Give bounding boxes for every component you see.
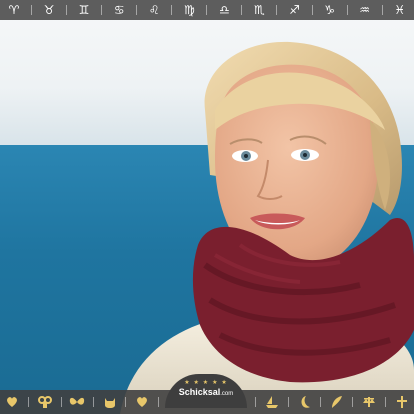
logo-brand-name: Schicksal: [178, 387, 221, 397]
logo-brand-suffix: .com: [220, 391, 234, 397]
hero-photo: [0, 0, 414, 414]
scorpio-icon[interactable]: ♏: [248, 0, 270, 20]
virgo-icon[interactable]: ♍: [178, 0, 200, 20]
divider: [381, 5, 383, 15]
pisces-icon[interactable]: ♓: [389, 0, 411, 20]
feather-icon[interactable]: [328, 393, 346, 411]
divider: [125, 397, 127, 407]
capricorn-icon[interactable]: ♑: [319, 0, 341, 20]
divider: [352, 397, 354, 407]
divider: [241, 5, 243, 15]
divider: [60, 397, 62, 407]
divider: [66, 5, 68, 15]
divider: [136, 5, 138, 15]
boat-icon[interactable]: [263, 393, 281, 411]
aries-icon[interactable]: ♈: [3, 0, 25, 20]
cross-icon[interactable]: [393, 393, 411, 411]
gemini-icon[interactable]: ♊: [73, 0, 95, 20]
cancer-icon[interactable]: ♋: [108, 0, 130, 20]
divider: [384, 397, 386, 407]
logo-stars: ★ ★ ★ ★ ★: [184, 379, 228, 386]
butterfly-icon[interactable]: [68, 393, 86, 411]
aquarius-icon[interactable]: ♒: [354, 0, 376, 20]
divider: [311, 5, 313, 15]
divider: [206, 5, 208, 15]
divider: [255, 397, 257, 407]
divider: [92, 397, 94, 407]
divider: [28, 397, 30, 407]
divider: [101, 5, 103, 15]
scale-icon[interactable]: [360, 393, 378, 411]
divider: [346, 5, 348, 15]
zodiac-top-bar: ♈ ♉ ♊ ♋ ♌ ♍ ♎ ♏ ♐ ♑ ♒ ♓: [0, 0, 414, 20]
divider: [31, 5, 33, 15]
heart-icon[interactable]: [133, 393, 151, 411]
divider: [287, 397, 289, 407]
heart-icon[interactable]: [3, 393, 21, 411]
divider: [276, 5, 278, 15]
ram-icon[interactable]: [36, 393, 54, 411]
cat-icon[interactable]: [101, 393, 119, 411]
divider: [157, 397, 159, 407]
taurus-icon[interactable]: ♉: [38, 0, 60, 20]
woman-portrait: [120, 41, 414, 414]
schicksal-logo[interactable]: ★ ★ ★ ★ ★ Schicksal.com: [165, 374, 247, 408]
logo-brand: Schicksal.com: [165, 387, 247, 399]
libra-icon[interactable]: ♎: [213, 0, 235, 20]
leo-icon[interactable]: ♌: [143, 0, 165, 20]
sagittarius-icon[interactable]: ♐: [284, 0, 306, 20]
divider: [320, 397, 322, 407]
divider: [171, 5, 173, 15]
moon-icon[interactable]: [295, 393, 313, 411]
